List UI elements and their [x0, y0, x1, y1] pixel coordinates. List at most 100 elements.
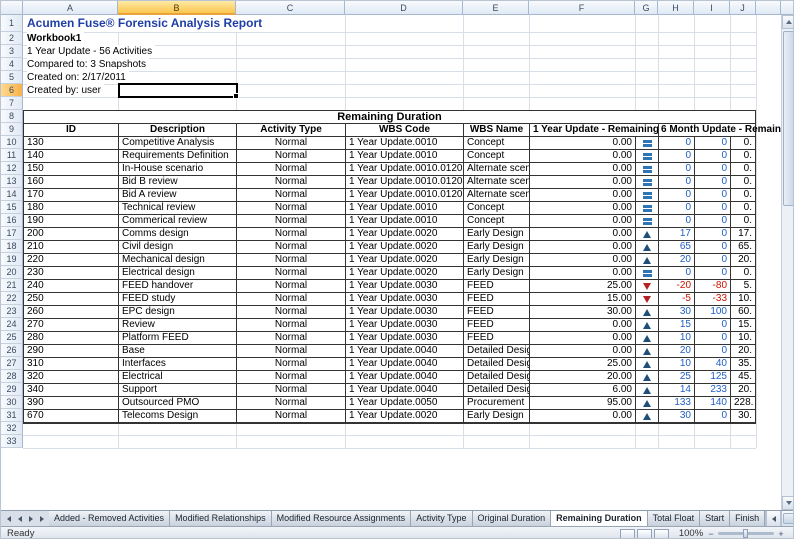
- cell-description[interactable]: EPC design: [119, 306, 237, 319]
- cell-wbs-code[interactable]: 1 Year Update.0020: [346, 241, 464, 254]
- cell-activity-type[interactable]: Normal: [237, 332, 346, 345]
- cell-activity-type[interactable]: Normal: [237, 189, 346, 202]
- zoom-level[interactable]: 100%: [675, 528, 707, 539]
- cell-activity-type[interactable]: Normal: [237, 306, 346, 319]
- row-header-14[interactable]: 14: [1, 188, 23, 201]
- cell-trend[interactable]: [636, 319, 659, 332]
- cell-wbs-code[interactable]: 1 Year Update.0010.0120: [346, 163, 464, 176]
- cell-six-value[interactable]: 60.: [731, 306, 755, 319]
- cell-wbs-code[interactable]: 1 Year Update.0040: [346, 371, 464, 384]
- row-header-11[interactable]: 11: [1, 149, 23, 162]
- cell-trend[interactable]: [636, 228, 659, 241]
- cell-activity-type[interactable]: Normal: [237, 163, 346, 176]
- sheet-tab-original-duration[interactable]: Original Duration: [473, 511, 552, 526]
- cell-delta[interactable]: 0: [659, 176, 695, 189]
- cell-delta[interactable]: 0: [659, 215, 695, 228]
- cell-delta[interactable]: 30: [659, 306, 695, 319]
- cell-six-value[interactable]: 20.: [731, 345, 755, 358]
- cell-description[interactable]: FEED study: [119, 293, 237, 306]
- cell-activity-type[interactable]: Normal: [237, 280, 346, 293]
- sheet-tab-remaining-duration[interactable]: Remaining Duration: [551, 511, 648, 526]
- cell-wbs-name[interactable]: Alternate scenario: [464, 163, 530, 176]
- cell-six-value[interactable]: 0.: [731, 267, 755, 280]
- scroll-down-button[interactable]: [782, 496, 794, 510]
- column-header-B[interactable]: B: [118, 1, 236, 15]
- cell-delta[interactable]: 0: [659, 267, 695, 280]
- cell-activity-type[interactable]: Normal: [237, 202, 346, 215]
- cell-description[interactable]: Support: [119, 384, 237, 397]
- cell-wbs-name[interactable]: Detailed Design: [464, 384, 530, 397]
- cell-pct[interactable]: 140: [695, 397, 731, 410]
- cell-year-value[interactable]: 25.00: [530, 280, 636, 293]
- cell-activity-type[interactable]: Normal: [237, 176, 346, 189]
- cell-description[interactable]: Requirements Definition: [119, 150, 237, 163]
- row-header-27[interactable]: 27: [1, 357, 23, 370]
- cell-wbs-code[interactable]: 1 Year Update.0010: [346, 150, 464, 163]
- vertical-scrollbar[interactable]: [781, 15, 794, 510]
- row-header-17[interactable]: 17: [1, 227, 23, 240]
- cell-description[interactable]: Outsourced PMO: [119, 397, 237, 410]
- cell-year-value[interactable]: 0.00: [530, 189, 636, 202]
- cell-six-value[interactable]: 5.: [731, 280, 755, 293]
- prev-sheet-button[interactable]: [16, 516, 23, 522]
- cell-pct[interactable]: 0: [695, 319, 731, 332]
- column-header-A[interactable]: A: [23, 1, 118, 15]
- row-header-8[interactable]: 8: [1, 110, 23, 123]
- cell-pct[interactable]: 0: [695, 410, 731, 423]
- cell-id[interactable]: 180: [24, 202, 119, 215]
- cell-id[interactable]: 310: [24, 358, 119, 371]
- cell-delta[interactable]: 0: [659, 137, 695, 150]
- cell-wbs-name[interactable]: Early Design: [464, 228, 530, 241]
- cell-activity-type[interactable]: Normal: [237, 410, 346, 423]
- cell-activity-type[interactable]: Normal: [237, 384, 346, 397]
- cell-wbs-code[interactable]: 1 Year Update.0030: [346, 280, 464, 293]
- vertical-scroll-thumb[interactable]: [783, 31, 794, 206]
- cell-wbs-code[interactable]: 1 Year Update.0030: [346, 306, 464, 319]
- cell-wbs-code[interactable]: 1 Year Update.0030: [346, 319, 464, 332]
- cell-trend[interactable]: [636, 397, 659, 410]
- cell-description[interactable]: Review: [119, 319, 237, 332]
- column-header-H[interactable]: H: [658, 1, 694, 15]
- row-header-16[interactable]: 16: [1, 214, 23, 227]
- cell-id[interactable]: 170: [24, 189, 119, 202]
- cell-pct[interactable]: 0: [695, 241, 731, 254]
- cell-activity-type[interactable]: Normal: [237, 371, 346, 384]
- cell-year-value[interactable]: 6.00: [530, 384, 636, 397]
- cell-wbs-code[interactable]: 1 Year Update.0040: [346, 358, 464, 371]
- cell-activity-type[interactable]: Normal: [237, 215, 346, 228]
- cell-wbs-name[interactable]: FEED: [464, 332, 530, 345]
- zoom-out-button[interactable]: −: [707, 529, 715, 539]
- row-header-3[interactable]: 3: [1, 45, 23, 58]
- cell-delta[interactable]: 20: [659, 345, 695, 358]
- cell-trend[interactable]: [636, 384, 659, 397]
- row-header-2[interactable]: 2: [1, 32, 23, 45]
- cell-year-value[interactable]: 0.00: [530, 176, 636, 189]
- cell-activity-type[interactable]: Normal: [237, 345, 346, 358]
- cell-id[interactable]: 670: [24, 410, 119, 423]
- cell-id[interactable]: 140: [24, 150, 119, 163]
- row-header-33[interactable]: 33: [1, 435, 23, 448]
- cell-delta[interactable]: -20: [659, 280, 695, 293]
- row-header-13[interactable]: 13: [1, 175, 23, 188]
- sheet-tab-finish[interactable]: Finish: [730, 511, 765, 526]
- cell-description[interactable]: Commerical review: [119, 215, 237, 228]
- cell-id[interactable]: 220: [24, 254, 119, 267]
- row-header-20[interactable]: 20: [1, 266, 23, 279]
- cell-trend[interactable]: [636, 150, 659, 163]
- last-sheet-button[interactable]: [38, 516, 45, 522]
- cell-year-value[interactable]: 0.00: [530, 215, 636, 228]
- cell-delta[interactable]: 30: [659, 410, 695, 423]
- scroll-up-button[interactable]: [782, 15, 794, 29]
- cell-six-value[interactable]: 0.: [731, 189, 755, 202]
- cell-six-value[interactable]: 30.: [731, 410, 755, 423]
- cell-id[interactable]: 260: [24, 306, 119, 319]
- cell-wbs-name[interactable]: FEED: [464, 293, 530, 306]
- cell-id[interactable]: 160: [24, 176, 119, 189]
- row-header-12[interactable]: 12: [1, 162, 23, 175]
- row-header-19[interactable]: 19: [1, 253, 23, 266]
- sheet-tab-activity-type[interactable]: Activity Type: [411, 511, 472, 526]
- cell-trend[interactable]: [636, 293, 659, 306]
- cell-year-value[interactable]: 0.00: [530, 267, 636, 280]
- cell-description[interactable]: Bid B review: [119, 176, 237, 189]
- cell-six-value[interactable]: 228.: [731, 397, 755, 410]
